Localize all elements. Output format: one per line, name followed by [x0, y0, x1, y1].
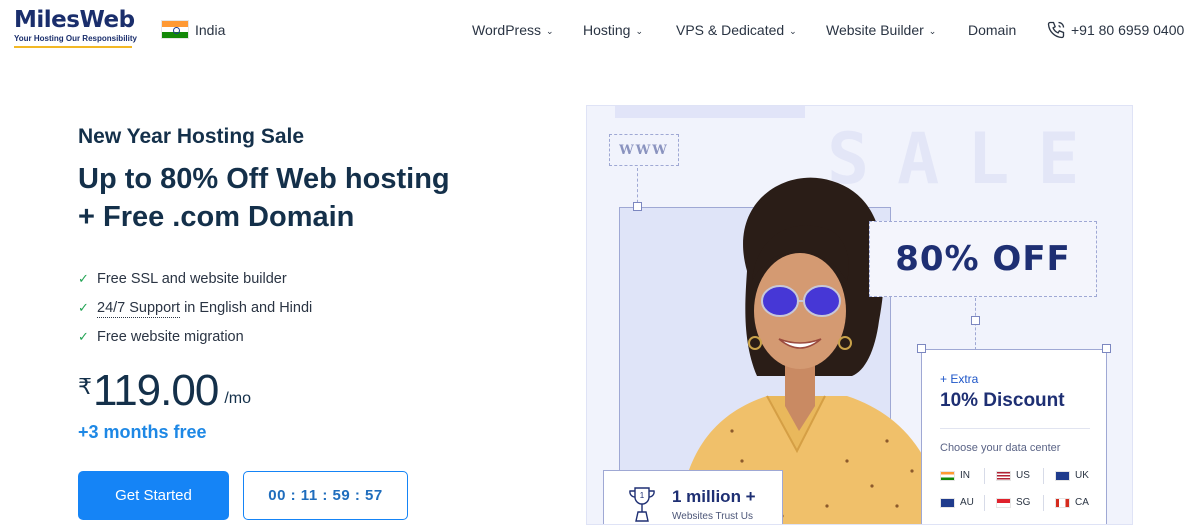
headline-line-2: + Free .com Domain: [78, 201, 355, 233]
main-nav: WordPress ⌄ Hosting ⌄ VPS & Dedicated ⌄ …: [0, 22, 1200, 40]
feature-item: ✓ 24/7 Support in English and Hindi: [78, 293, 312, 322]
uk-flag-icon: [1055, 470, 1070, 481]
nav-label: VPS & Dedicated: [676, 22, 785, 38]
chevron-down-icon: ⌄: [928, 25, 937, 36]
nav-label: Domain: [968, 22, 1017, 38]
off-label: 80% OFF: [895, 239, 1071, 279]
countdown-timer: 00 : 11 : 59 : 57: [243, 471, 408, 520]
datacenter-code: CA: [1075, 497, 1089, 508]
svg-text:1: 1: [640, 491, 645, 500]
phone-link[interactable]: +91 80 6959 0400: [1046, 20, 1184, 40]
promo-banner: WWW SALE 80% OFF + Extra 10% Discount Ch…: [586, 105, 1133, 525]
divider: [940, 428, 1090, 429]
trust-card: 1 1 million + Websites Trust Us: [603, 470, 783, 524]
extra-discount-card: + Extra 10% Discount Choose your data ce…: [921, 349, 1107, 524]
sale-title: New Year Hosting Sale: [78, 125, 305, 148]
ca-flag-icon: [1055, 497, 1070, 508]
datacenter-code: IN: [960, 470, 970, 481]
feature-text: Free SSL and website builder: [97, 270, 287, 287]
bonus-months: +3 months free: [78, 422, 207, 442]
india-flag-icon: [940, 470, 955, 481]
support-link[interactable]: 24/7 Support: [97, 299, 181, 318]
decor-bar: [615, 106, 805, 118]
nav-hosting[interactable]: Hosting ⌄: [583, 22, 643, 38]
get-started-button[interactable]: Get Started: [78, 471, 229, 520]
discount-title: 10% Discount: [940, 390, 1065, 411]
datacenter-us[interactable]: US: [996, 470, 1030, 481]
currency-symbol: ₹: [78, 374, 92, 399]
feature-list: ✓ Free SSL and website builder ✓ 24/7 Su…: [78, 264, 312, 351]
nav-label: Website Builder: [826, 22, 924, 38]
datacenter-code: UK: [1075, 470, 1089, 481]
discount-80-box: 80% OFF: [869, 221, 1097, 297]
feature-text: Free website migration: [97, 328, 244, 345]
site-header: MilesWeb Your Hosting Our Responsibility…: [0, 0, 1200, 60]
chevron-down-icon: ⌄: [635, 25, 644, 36]
datacenter-sg[interactable]: SG: [996, 497, 1030, 508]
divider: [1043, 495, 1044, 511]
datacenter-uk[interactable]: UK: [1055, 470, 1089, 481]
divider: [984, 468, 985, 484]
datacenter-ca[interactable]: CA: [1055, 497, 1089, 508]
nav-label: Hosting: [583, 22, 631, 38]
phone-icon: [1047, 21, 1065, 39]
feature-text: in English and Hindi: [180, 299, 313, 316]
datacenter-prompt: Choose your data center: [940, 442, 1061, 454]
nav-domain[interactable]: Domain: [968, 22, 1016, 38]
datacenter-in[interactable]: IN: [940, 470, 970, 481]
nav-vps-dedicated[interactable]: VPS & Dedicated ⌄: [676, 22, 797, 38]
trust-count: 1 million +: [672, 487, 756, 506]
resize-handle: [917, 344, 926, 353]
trophy-icon: 1: [629, 487, 655, 522]
datacenter-code: US: [1016, 470, 1030, 481]
datacenter-au[interactable]: AU: [940, 497, 974, 508]
datacenter-code: AU: [960, 497, 974, 508]
datacenter-code: SG: [1016, 497, 1031, 508]
price: ₹ 119.00 /mo: [78, 366, 251, 416]
headline-line-1: Up to 80% Off Web hosting: [78, 163, 450, 195]
check-icon: ✓: [78, 270, 89, 286]
nav-website-builder[interactable]: Website Builder ⌄: [826, 22, 936, 38]
resize-handle: [971, 316, 980, 325]
price-value: 119.00: [93, 366, 219, 415]
au-flag-icon: [940, 497, 955, 508]
logo-underline: [14, 46, 132, 48]
nav-label: WordPress: [472, 22, 541, 38]
trust-subtitle: Websites Trust Us: [672, 511, 753, 522]
phone-number: +91 80 6959 0400: [1071, 22, 1185, 38]
sg-flag-icon: [996, 497, 1011, 508]
chevron-down-icon: ⌄: [545, 25, 554, 36]
hero-headline: Up to 80% Off Web hosting + Free .com Do…: [78, 160, 518, 236]
check-icon: ✓: [78, 328, 89, 344]
feature-item: ✓ Free website migration: [78, 322, 312, 351]
extra-label: + Extra: [940, 372, 979, 386]
us-flag-icon: [996, 470, 1011, 481]
chevron-down-icon: ⌄: [789, 25, 797, 36]
resize-handle: [1102, 344, 1111, 353]
divider: [984, 495, 985, 511]
feature-item: ✓ Free SSL and website builder: [78, 264, 312, 293]
check-icon: ✓: [78, 299, 89, 315]
nav-wordpress[interactable]: WordPress ⌄: [472, 22, 554, 38]
divider: [1043, 468, 1044, 484]
price-period: /mo: [224, 390, 251, 407]
resize-handle: [633, 202, 642, 211]
